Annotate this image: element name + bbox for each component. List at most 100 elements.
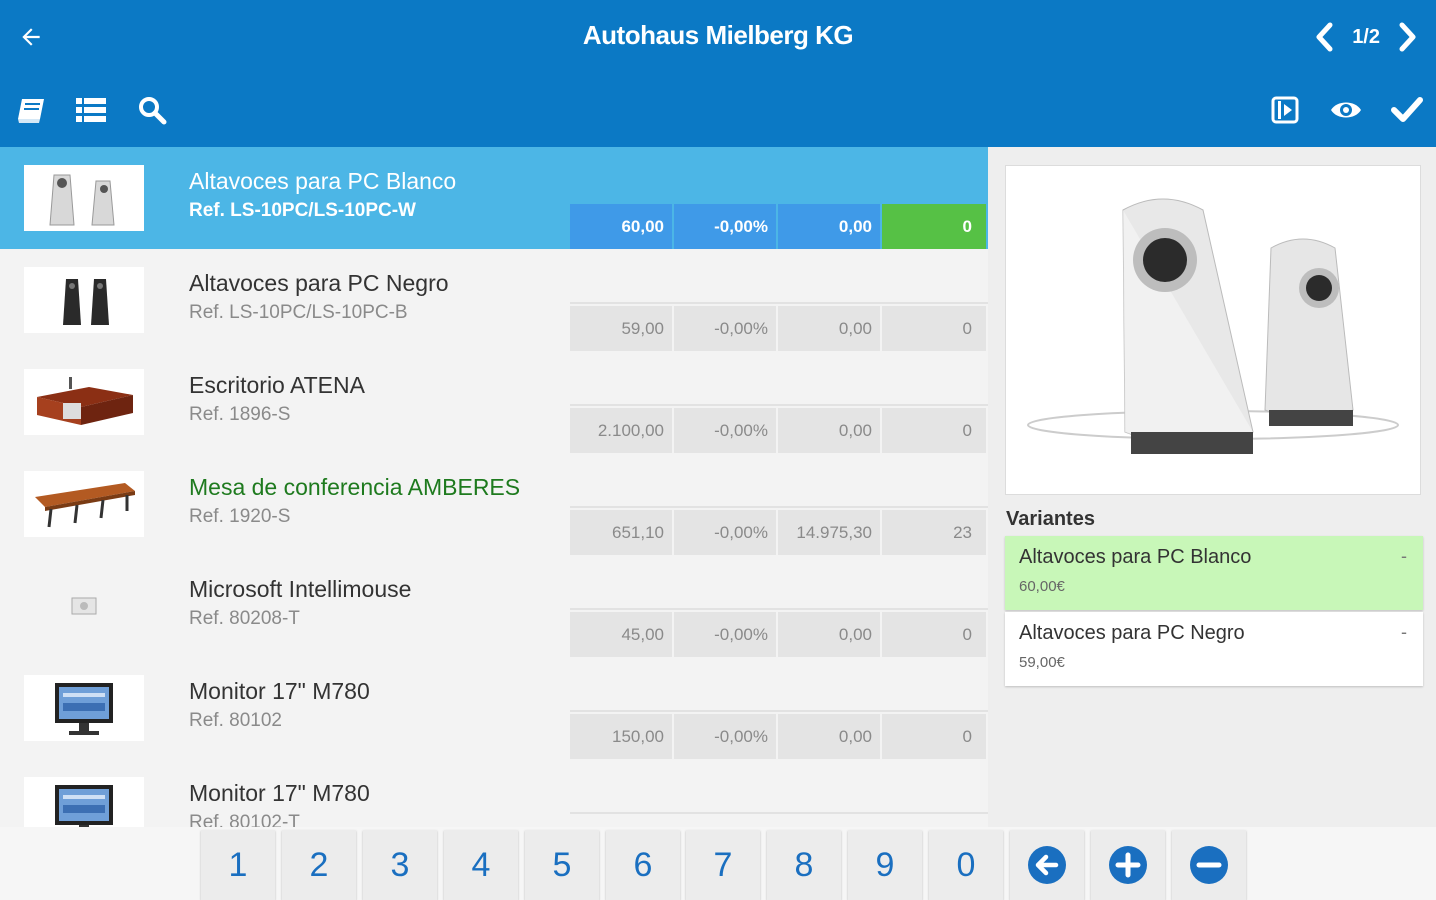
quantity-cell[interactable]: 0 — [882, 612, 986, 657]
price-cell[interactable]: 2.100,00 — [570, 408, 672, 453]
discount-cell[interactable]: -0,00% — [674, 714, 776, 759]
price-cell[interactable]: 651,10 — [570, 510, 672, 555]
monitor-icon — [55, 683, 113, 735]
product-values: 651,10 -0,00% 14.975,30 23 — [570, 510, 988, 555]
eye-icon — [1331, 102, 1361, 118]
product-thumbnail — [24, 165, 144, 231]
product-list[interactable]: Altavoces para PC Blanco Ref. LS-10PC/LS… — [0, 147, 988, 827]
product-values: 60,00 -0,00% 0,00 0 — [570, 204, 988, 249]
variant-marker: - — [1401, 622, 1407, 642]
row-divider — [570, 147, 988, 202]
key-4[interactable]: 4 — [444, 830, 518, 900]
product-reference: Ref. LS-10PC/LS-10PC-W — [189, 200, 416, 221]
key-6[interactable]: 6 — [606, 830, 680, 900]
key-7[interactable]: 7 — [686, 830, 760, 900]
product-row[interactable]: Monitor 17" M780 Ref. 80102 150,00 -0,00… — [0, 657, 988, 759]
discount-cell[interactable]: -0,00% — [674, 306, 776, 351]
product-row[interactable]: Microsoft Intellimouse Ref. 80208-T 45,0… — [0, 555, 988, 657]
variant-name: Altavoces para PC Blanco — [1019, 546, 1252, 568]
quantity-cell[interactable]: 0 — [882, 204, 986, 249]
product-reference: Ref. 80208-T — [189, 608, 300, 629]
product-values: 2.100,00 -0,00% 0,00 0 — [570, 408, 988, 453]
key-2[interactable]: 2 — [282, 830, 356, 900]
chevron-right-icon — [1399, 22, 1416, 52]
row-divider — [570, 759, 988, 814]
page-indicator: 1/2 — [1352, 25, 1380, 48]
page-title: Autohaus Mielberg KG — [582, 20, 854, 50]
next-page-button[interactable] — [1390, 18, 1424, 56]
variant-item[interactable]: Altavoces para PC Negro 59,00€ - — [1005, 612, 1423, 686]
confirm-button[interactable] — [1389, 92, 1425, 128]
key-8[interactable]: 8 — [767, 830, 841, 900]
book-icon — [18, 99, 44, 123]
product-reference: Ref. 1920-S — [189, 506, 291, 527]
row-divider — [570, 351, 988, 406]
product-row[interactable]: Altavoces para PC Blanco Ref. LS-10PC/LS… — [0, 147, 988, 249]
price-cell[interactable]: 45,00 — [570, 612, 672, 657]
preview-button[interactable] — [1328, 92, 1364, 128]
quantity-cell[interactable]: 0 — [882, 408, 986, 453]
discount-cell[interactable]: -0,00% — [674, 408, 776, 453]
product-row[interactable]: Altavoces para PC Negro Ref. LS-10PC/LS-… — [0, 249, 988, 351]
discount-cell[interactable]: -0,00% — [674, 612, 776, 657]
variant-item[interactable]: Altavoces para PC Blanco 60,00€ - — [1005, 536, 1423, 610]
product-values: 45,00 -0,00% 0,00 0 — [570, 612, 988, 657]
variants-title: Variantes — [1006, 508, 1095, 530]
speaker-white-icon — [49, 174, 115, 226]
list-view-button[interactable] — [73, 92, 109, 128]
total-cell[interactable]: 0,00 — [778, 612, 880, 657]
variant-price: 60,00€ — [1019, 578, 1065, 595]
product-name: Altavoces para PC Negro — [189, 270, 449, 296]
arrow-left-icon — [22, 28, 40, 46]
previous-page-button[interactable] — [1308, 18, 1342, 56]
total-cell[interactable]: 0,00 — [778, 408, 880, 453]
product-thumbnail — [24, 675, 144, 741]
product-values: 59,00 -0,00% 0,00 0 — [570, 306, 988, 351]
toolbar — [0, 80, 1436, 140]
product-reference: Ref. LS-10PC/LS-10PC-B — [189, 302, 408, 323]
product-thumbnail — [24, 573, 144, 639]
product-thumbnail — [24, 369, 144, 435]
total-cell[interactable]: 0,00 — [778, 204, 880, 249]
price-cell[interactable]: 60,00 — [570, 204, 672, 249]
total-cell[interactable]: 14.975,30 — [778, 510, 880, 555]
play-icon — [1271, 96, 1299, 124]
search-button[interactable] — [134, 92, 170, 128]
catalog-button[interactable] — [14, 92, 50, 128]
price-cell[interactable]: 150,00 — [570, 714, 672, 759]
product-values: 150,00 -0,00% 0,00 0 — [570, 714, 988, 759]
product-name: Microsoft Intellimouse — [189, 576, 412, 602]
discount-cell[interactable]: -0,00% — [674, 510, 776, 555]
decrement-button[interactable] — [1172, 830, 1246, 900]
product-reference: Ref. 80102 — [189, 710, 282, 731]
list-icon — [76, 98, 106, 122]
image-placeholder-icon — [71, 597, 97, 615]
key-5[interactable]: 5 — [525, 830, 599, 900]
total-cell[interactable]: 0,00 — [778, 306, 880, 351]
pager: 1/2 — [1308, 18, 1424, 56]
key-9[interactable]: 9 — [848, 830, 922, 900]
total-cell[interactable]: 0,00 — [778, 714, 880, 759]
price-cell[interactable]: 59,00 — [570, 306, 672, 351]
product-row[interactable]: Monitor 17" M780 Ref. 80102-T — [0, 759, 988, 827]
product-row[interactable]: Mesa de conferencia AMBERES Ref. 1920-S … — [0, 453, 988, 555]
discount-cell[interactable]: -0,00% — [674, 204, 776, 249]
backspace-button[interactable] — [1010, 830, 1084, 900]
row-divider — [570, 249, 988, 304]
back-button[interactable] — [12, 18, 50, 56]
quantity-cell[interactable]: 0 — [882, 306, 986, 351]
app-bar-top-row: Autohaus Mielberg KG 1/2 — [0, 0, 1436, 75]
product-name: Monitor 17" M780 — [189, 780, 370, 806]
quantity-cell[interactable]: 0 — [882, 714, 986, 759]
key-3[interactable]: 3 — [363, 830, 437, 900]
product-row[interactable]: Escritorio ATENA Ref. 1896-S 2.100,00 -0… — [0, 351, 988, 453]
presentation-button[interactable] — [1267, 92, 1303, 128]
variant-name: Altavoces para PC Negro — [1019, 622, 1245, 644]
product-thumbnail — [24, 267, 144, 333]
key-0[interactable]: 0 — [929, 830, 1003, 900]
product-name: Mesa de conferencia AMBERES — [189, 474, 521, 500]
key-1[interactable]: 1 — [201, 830, 275, 900]
quantity-cell[interactable]: 23 — [882, 510, 986, 555]
increment-button[interactable] — [1091, 830, 1165, 900]
conference-table-icon — [35, 483, 135, 528]
